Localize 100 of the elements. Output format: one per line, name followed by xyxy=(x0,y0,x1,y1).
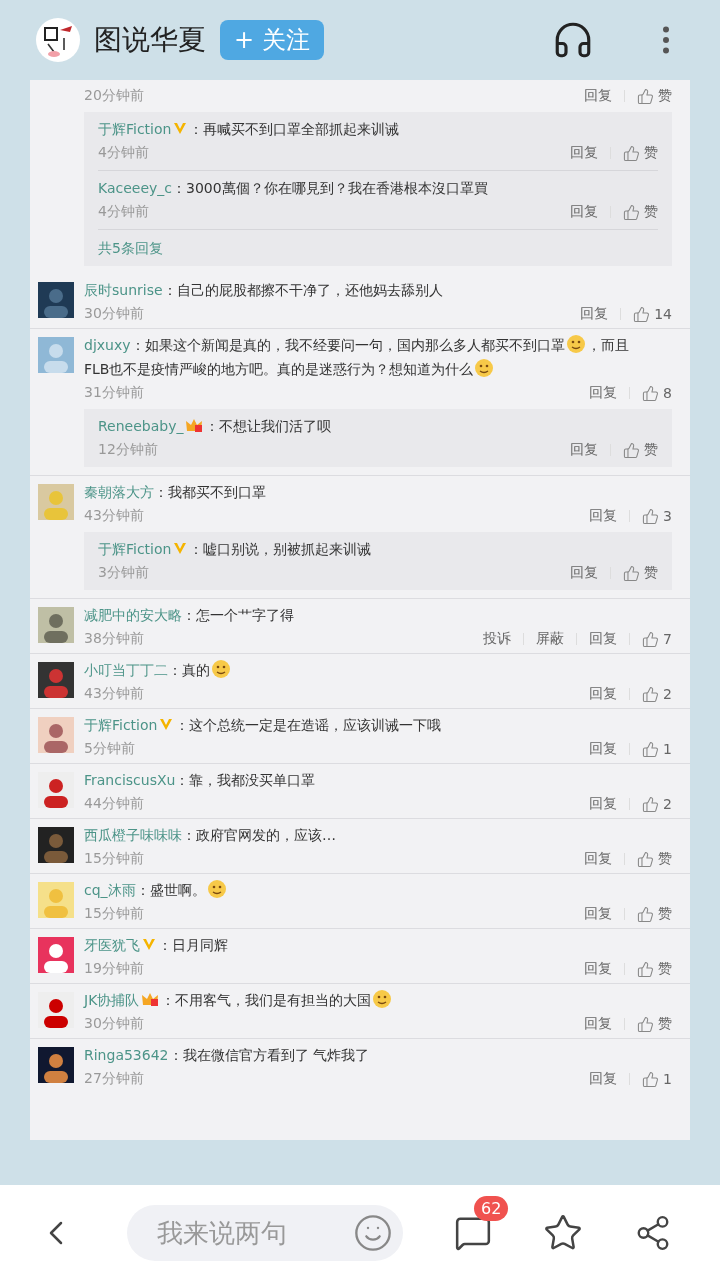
thumbs-up-icon xyxy=(637,850,654,868)
like-button[interactable]: 赞 xyxy=(623,441,658,459)
action-link[interactable]: 回复 xyxy=(580,305,609,323)
action-link[interactable]: 回复 xyxy=(584,87,612,105)
account-title: 图说华夏 xyxy=(94,22,206,58)
thumbs-up-icon xyxy=(642,1070,660,1088)
comment-text: ：靠，我都没买单口罩 xyxy=(175,772,316,788)
action-link[interactable]: 回复 xyxy=(589,630,618,648)
username[interactable]: 于辉Fiction xyxy=(84,717,158,733)
action-link[interactable]: 回复 xyxy=(570,144,598,162)
comment-time: 27分钟前 xyxy=(84,1070,145,1088)
thumbs-up-icon xyxy=(623,564,640,582)
thumbs-up-icon xyxy=(642,384,660,402)
like-button[interactable]: 赞 xyxy=(623,203,658,221)
username[interactable]: 于辉Fiction xyxy=(98,541,172,557)
username[interactable]: 于辉Fiction xyxy=(98,121,172,137)
comment-time: 43分钟前 xyxy=(84,685,145,703)
comment-text: ：这个总统一定是在造谣，应该训诫一下哦 xyxy=(175,717,442,733)
username[interactable]: 小叮当丁丁二 xyxy=(84,662,168,678)
emoji-picker-icon[interactable] xyxy=(353,1212,393,1253)
username[interactable]: djxuxy xyxy=(84,337,131,353)
comment-time: 15分钟前 xyxy=(84,905,145,923)
action-link[interactable]: 回复 xyxy=(589,795,618,813)
username[interactable]: Ringa53642 xyxy=(84,1047,169,1063)
thumbs-up-icon xyxy=(633,305,651,323)
comment-time: 44分钟前 xyxy=(84,795,145,813)
thumbs-up-icon xyxy=(637,960,654,978)
comment-text: ：不想让我们活了呗 xyxy=(205,418,332,434)
comment-time: 15分钟前 xyxy=(84,850,145,868)
username[interactable]: 减肥中的安大略 xyxy=(84,607,182,623)
action-link[interactable]: 投诉 xyxy=(483,630,512,648)
comment-text: ，而且 xyxy=(586,337,629,353)
username[interactable]: 牙医犹飞 xyxy=(84,937,140,953)
like-button[interactable]: 14 xyxy=(633,305,672,323)
comment-text: ：盛世啊。 xyxy=(135,882,206,898)
action-link[interactable]: 回复 xyxy=(589,384,618,402)
like-button[interactable]: 2 xyxy=(642,685,672,703)
action-link[interactable]: 回复 xyxy=(570,441,598,459)
thumbs-up-icon xyxy=(623,441,640,459)
comment-time: 38分钟前 xyxy=(84,630,145,648)
action-link[interactable]: 回复 xyxy=(589,1070,618,1088)
action-link[interactable]: 回复 xyxy=(589,507,618,525)
comment-time: 43分钟前 xyxy=(84,507,145,525)
like-button[interactable]: 赞 xyxy=(623,144,658,162)
thumbs-up-icon xyxy=(642,507,660,525)
thumbs-up-icon xyxy=(642,630,660,648)
username[interactable]: 辰时sunrise xyxy=(84,282,163,298)
emoji-icon xyxy=(474,358,495,378)
like-button[interactable]: 1 xyxy=(642,1070,672,1088)
username[interactable]: JK协捕队 xyxy=(84,992,140,1008)
comment-text: ：自己的屁股都擦不干净了，还他妈去舔别人 xyxy=(162,282,443,298)
username[interactable]: cq_沐雨 xyxy=(84,882,136,898)
like-button[interactable]: 8 xyxy=(642,384,672,402)
like-button[interactable]: 3 xyxy=(642,507,672,525)
comment-time: 30分钟前 xyxy=(84,305,145,323)
like-button[interactable]: 7 xyxy=(642,630,672,648)
action-link[interactable]: 回复 xyxy=(589,740,618,758)
username[interactable]: FranciscusXu xyxy=(84,772,176,788)
like-button[interactable]: 赞 xyxy=(637,960,672,978)
comment-text: ：嘘口别说，别被抓起来训诫 xyxy=(189,541,372,557)
comment-text: ：再喊买不到口罩全部抓起来训诫 xyxy=(189,121,400,137)
emoji-icon xyxy=(211,659,231,679)
action-link[interactable]: 回复 xyxy=(584,905,612,923)
like-button[interactable]: 赞 xyxy=(637,1015,672,1033)
comment-text: ：3000萬個？你在哪見到？我在香港根本沒口罩買 xyxy=(172,180,488,196)
comment-text: ：真的 xyxy=(168,662,210,678)
comment-input[interactable]: 我来说两句 xyxy=(127,1204,403,1261)
action-link[interactable]: 屏蔽 xyxy=(536,630,565,648)
comment-time: 31分钟前 xyxy=(84,384,145,402)
action-link[interactable]: 回复 xyxy=(584,850,612,868)
username[interactable]: 秦朝落大方 xyxy=(84,484,154,500)
thumbs-up-icon xyxy=(642,795,660,813)
username[interactable]: 西瓜橙子味味味 xyxy=(84,827,182,843)
comment-time: 5分钟前 xyxy=(84,740,136,758)
comment-text: ：不用客气，我们是有担当的大国 xyxy=(161,992,372,1008)
like-button[interactable]: 赞 xyxy=(623,564,658,582)
like-button[interactable]: 赞 xyxy=(637,850,672,868)
like-button[interactable]: 赞 xyxy=(637,905,672,923)
thumbs-up-icon xyxy=(623,203,640,221)
thumbs-up-icon xyxy=(637,1015,654,1033)
logo-icon xyxy=(36,18,80,62)
username[interactable]: Reneebaby_ xyxy=(98,418,184,434)
comment-time: 4分钟前 xyxy=(98,203,150,221)
comment-time: 4分钟前 xyxy=(98,144,150,162)
action-link[interactable]: 回复 xyxy=(584,960,612,978)
like-button[interactable]: 赞 xyxy=(637,87,672,105)
emoji-icon xyxy=(565,334,586,354)
comment-text: ：怎一个艹字了得 xyxy=(182,607,294,623)
action-link[interactable]: 回复 xyxy=(570,564,598,582)
like-button[interactable]: 2 xyxy=(642,795,672,813)
username[interactable]: Kaceeey_c xyxy=(98,180,173,196)
comment-text: ：如果这个新闻是真的，我不经要问一句，国内那么多人都买不到口罩 xyxy=(130,337,565,353)
action-link[interactable]: 回复 xyxy=(584,1015,612,1033)
action-link[interactable]: 回复 xyxy=(589,685,618,703)
more-replies-link[interactable]: 共5条回复 xyxy=(98,229,658,266)
thumbs-up-icon xyxy=(642,740,660,758)
thumbs-up-icon xyxy=(637,905,654,923)
comment-text: ：我在微信官方看到了 气炸我了 xyxy=(168,1047,369,1063)
like-button[interactable]: 1 xyxy=(642,740,672,758)
action-link[interactable]: 回复 xyxy=(570,203,598,221)
